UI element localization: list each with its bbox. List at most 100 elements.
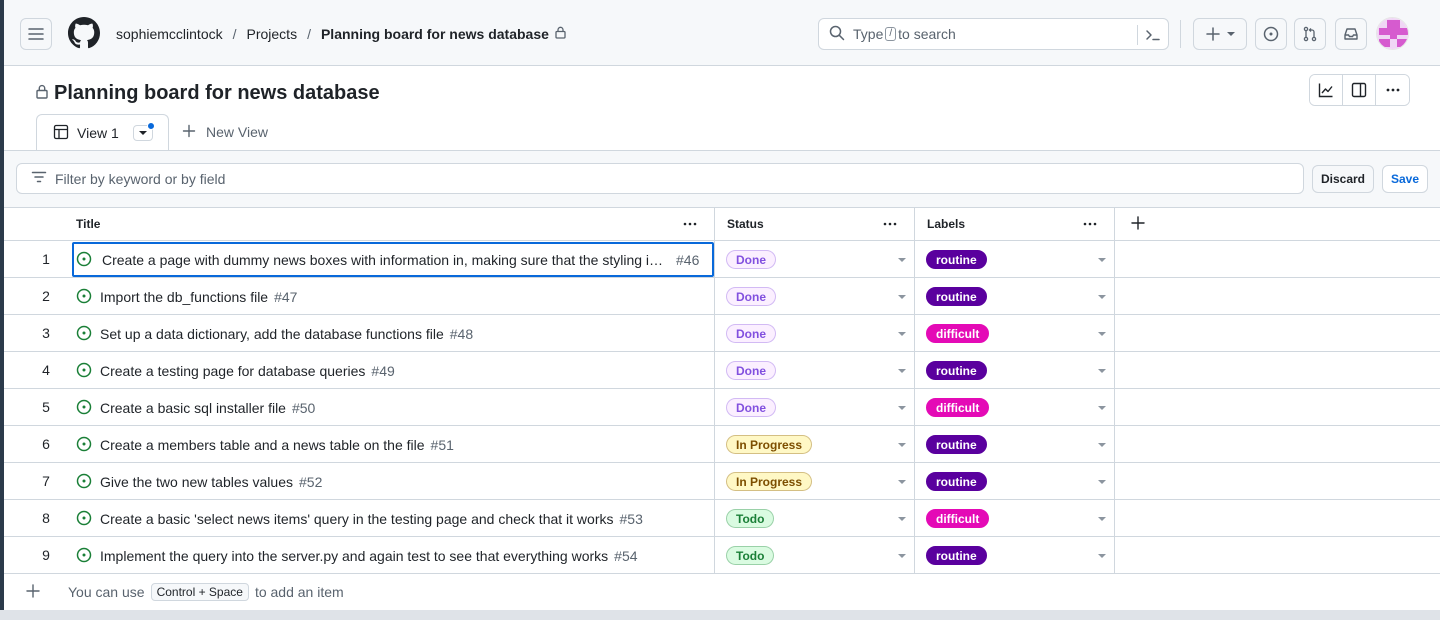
table-row[interactable]: 2 Import the db_functions file #47 Done rout… [4, 278, 1440, 315]
graph-icon[interactable] [1310, 75, 1343, 105]
table-row[interactable]: 8 Create a basic 'select news items' quer… [4, 500, 1440, 537]
issue-number: #50 [291, 399, 316, 416]
discard-button[interactable]: Discard [1312, 165, 1374, 193]
issue-title-link[interactable]: Create a basic sql installer file [100, 400, 286, 416]
status-dropdown-icon[interactable] [898, 295, 906, 299]
labels-dropdown-icon[interactable] [1098, 258, 1106, 262]
issue-title-link[interactable]: Implement the query into the server.py a… [100, 548, 608, 564]
create-new-button[interactable] [1193, 18, 1247, 50]
issue-icon[interactable] [1255, 18, 1287, 50]
table-row[interactable]: 9 Implement the query into the server.py … [4, 537, 1440, 574]
breadcrumb-owner[interactable]: sophiemcclintock [116, 26, 223, 42]
issue-opened-icon [76, 399, 92, 418]
sidebar-icon[interactable] [1343, 75, 1376, 105]
column-options-icon[interactable] [882, 216, 898, 235]
issue-title-link[interactable]: Create a members table and a news table … [100, 437, 425, 453]
global-search-input[interactable]: Type / to search [818, 18, 1169, 50]
issue-title-link[interactable]: Import the db_functions file [100, 289, 268, 305]
labels-dropdown-icon[interactable] [1098, 332, 1106, 336]
status-dropdown-icon[interactable] [898, 406, 906, 410]
github-logo-icon[interactable] [68, 17, 100, 52]
add-item-row[interactable]: You can use Control + Space to add an it… [4, 574, 1440, 610]
lock-icon [555, 26, 566, 42]
status-dropdown-icon[interactable] [898, 369, 906, 373]
status-dropdown-icon[interactable] [898, 554, 906, 558]
labels-dropdown-icon[interactable] [1098, 554, 1106, 558]
project-actions [1309, 74, 1410, 106]
pull-request-icon[interactable] [1294, 18, 1326, 50]
header-divider [1180, 20, 1181, 48]
row-title-cell[interactable]: Create a basic 'select news items' query… [72, 501, 714, 536]
hamburger-icon[interactable] [20, 18, 52, 50]
column-divider [1114, 208, 1115, 574]
status-dropdown-icon[interactable] [898, 258, 906, 262]
label-badge: routine [926, 250, 987, 269]
table-row[interactable]: 7 Give the two new tables values #52 In Pro… [4, 463, 1440, 500]
table-header: Title Status Labels [4, 208, 1440, 241]
status-dropdown-icon[interactable] [898, 480, 906, 484]
column-header-labels[interactable]: Labels [927, 208, 1114, 240]
labels-dropdown-icon[interactable] [1098, 480, 1106, 484]
column-header-title[interactable]: Title [76, 208, 714, 240]
avatar-icon[interactable] [1376, 17, 1409, 50]
label-badge: routine [926, 546, 987, 565]
issue-title-link[interactable]: Give the two new tables values [100, 474, 293, 490]
table-row[interactable]: 1 Create a page with dummy news boxes wit… [4, 241, 1440, 278]
issue-opened-icon [76, 288, 92, 307]
tab-view-1-label: View 1 [77, 125, 119, 141]
add-item-shortcut: Control + Space [150, 583, 249, 601]
chevron-down-icon [1227, 30, 1235, 38]
column-options-icon[interactable] [682, 216, 698, 235]
filter-input[interactable]: Filter by keyword or by field [16, 163, 1304, 194]
status-dropdown-icon[interactable] [898, 443, 906, 447]
row-title-cell[interactable]: Give the two new tables values #52 [72, 464, 714, 499]
status-dropdown-icon[interactable] [898, 332, 906, 336]
issue-number: #53 [619, 510, 643, 527]
new-view-button[interactable]: New View [182, 122, 268, 142]
save-button[interactable]: Save [1382, 165, 1428, 193]
add-field-plus-icon[interactable] [1130, 215, 1146, 234]
label-badge: routine [926, 287, 987, 306]
column-header-status[interactable]: Status [727, 208, 914, 240]
tab-view-1[interactable]: View 1 [36, 114, 169, 151]
status-dropdown-icon[interactable] [898, 517, 906, 521]
status-badge: In Progress [726, 435, 813, 454]
table-row[interactable]: 3 Set up a data dictionary, add the datab… [4, 315, 1440, 352]
app-frame: sophiemcclintock / Projects / Planning b… [4, 0, 1440, 610]
column-labels-label: Labels [927, 217, 966, 231]
kebab-horizontal-icon[interactable] [1376, 75, 1409, 105]
row-title-cell[interactable]: Implement the query into the server.py a… [72, 538, 714, 573]
filter-icon [31, 169, 47, 188]
breadcrumb-project[interactable]: Planning board for news database [321, 26, 549, 42]
row-title-cell[interactable]: Create a page with dummy news boxes with… [72, 242, 714, 277]
command-palette-icon[interactable] [1145, 27, 1161, 46]
issue-opened-icon [76, 547, 92, 566]
table-row[interactable]: 5 Create a basic sql installer file #50 Don… [4, 389, 1440, 426]
labels-dropdown-icon[interactable] [1098, 406, 1106, 410]
row-title-cell[interactable]: Import the db_functions file #47 [72, 279, 714, 314]
column-options-icon[interactable] [1082, 216, 1098, 235]
labels-dropdown-icon[interactable] [1098, 369, 1106, 373]
issue-opened-icon [76, 473, 92, 492]
issue-title-link[interactable]: Create a testing page for database queri… [100, 363, 365, 379]
column-status-label: Status [727, 217, 764, 231]
labels-dropdown-icon[interactable] [1098, 443, 1106, 447]
row-title-cell[interactable]: Create a basic sql installer file #50 [72, 390, 714, 425]
issue-title-link[interactable]: Create a page with dummy news boxes with… [102, 252, 670, 268]
labels-dropdown-icon[interactable] [1098, 295, 1106, 299]
issue-title-link[interactable]: Set up a data dictionary, add the databa… [100, 326, 444, 342]
inbox-icon[interactable] [1335, 18, 1367, 50]
issue-title-link[interactable]: Create a basic 'select news items' query… [100, 511, 614, 527]
row-title-cell[interactable]: Set up a data dictionary, add the databa… [72, 316, 714, 351]
table-row[interactable]: 6 Create a members table and a news table… [4, 426, 1440, 463]
filter-bar: Filter by keyword or by field Discard Sa… [4, 151, 1440, 208]
issue-number: #48 [449, 325, 474, 342]
issue-number: #47 [274, 288, 298, 305]
issue-opened-icon [76, 436, 92, 455]
search-icon [829, 25, 845, 44]
row-title-cell[interactable]: Create a testing page for database queri… [72, 353, 714, 388]
row-title-cell[interactable]: Create a members table and a news table … [72, 427, 714, 462]
breadcrumb-projects[interactable]: Projects [247, 26, 298, 42]
labels-dropdown-icon[interactable] [1098, 517, 1106, 521]
table-row[interactable]: 4 Create a testing page for database quer… [4, 352, 1440, 389]
